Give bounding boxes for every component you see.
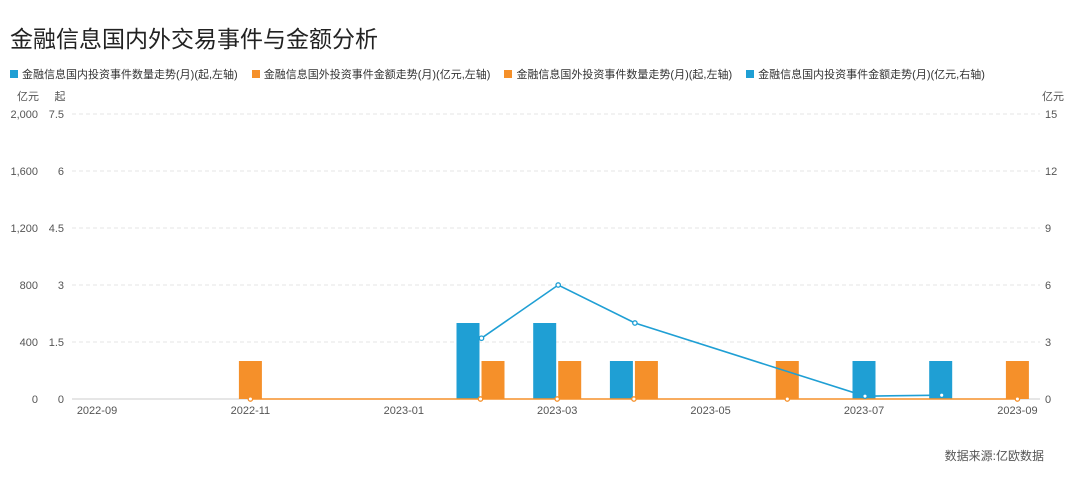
left-axis-unit-amount: 亿元 — [17, 90, 39, 103]
point-domestic-amount — [862, 393, 868, 399]
left-tick-count: 7.5 — [49, 109, 64, 121]
bar-domestic-count — [456, 323, 480, 399]
bar-foreign-count — [238, 361, 262, 399]
point-foreign-amount — [784, 396, 791, 402]
bar-domestic-count — [609, 361, 633, 399]
left-tick-amount: 2,000 — [10, 109, 38, 121]
point-foreign-amount — [554, 396, 561, 402]
x-tick-label: 2023-03 — [537, 405, 577, 417]
x-tick-label: 2022-11 — [231, 405, 271, 417]
x-tick-label: 2023-01 — [384, 405, 424, 417]
left-tick-count: 1.5 — [49, 337, 64, 349]
left-tick-amount: 1,200 — [10, 223, 38, 235]
point-foreign-amount — [631, 396, 637, 402]
bar-foreign-count — [775, 361, 799, 399]
bar-foreign-count — [558, 361, 582, 399]
left-tick-count: 3 — [58, 280, 64, 292]
x-tick-label: 2022-09 — [77, 405, 117, 417]
bar-foreign-count — [481, 361, 505, 399]
right-tick: 6 — [1045, 280, 1051, 292]
right-axis-unit: 亿元 — [1042, 90, 1064, 103]
left-axis-unit-count: 起 — [55, 90, 66, 103]
point-domestic-amount — [632, 320, 638, 326]
right-tick: 9 — [1045, 223, 1051, 235]
point-foreign-amount — [247, 396, 254, 402]
bar-foreign-count — [634, 361, 658, 399]
left-tick-count: 0 — [58, 394, 64, 406]
right-tick: 12 — [1045, 166, 1057, 178]
right-tick: 15 — [1045, 109, 1057, 121]
point-foreign-amount — [477, 396, 484, 402]
left-tick-amount: 800 — [20, 280, 38, 292]
right-tick: 3 — [1045, 337, 1051, 349]
left-tick-amount: 400 — [20, 337, 38, 349]
point-domestic-amount — [555, 282, 562, 288]
point-domestic-amount — [938, 392, 945, 399]
right-tick: 0 — [1045, 394, 1051, 406]
source-note: 数据来源:亿欧数据 — [944, 449, 1044, 463]
left-tick-amount: 0 — [32, 394, 38, 406]
x-tick-label: 2023-09 — [997, 405, 1037, 417]
left-tick-amount: 1,600 — [10, 166, 38, 178]
point-domestic-amount — [478, 335, 485, 342]
x-tick-label: 2023-07 — [844, 405, 884, 417]
left-tick-count: 6 — [58, 166, 64, 178]
left-tick-count: 4.5 — [49, 223, 64, 235]
point-foreign-amount — [1014, 396, 1021, 402]
x-tick-label: 2023-05 — [690, 405, 730, 417]
bar-foreign-count — [1005, 361, 1029, 399]
chart-plot: 亿元 起 亿元 2,000 7.5 15 1,600 6 12 1,200 4.5 9 800 3 6 400… — [10, 90, 1064, 417]
bar-domestic-count — [533, 323, 557, 399]
